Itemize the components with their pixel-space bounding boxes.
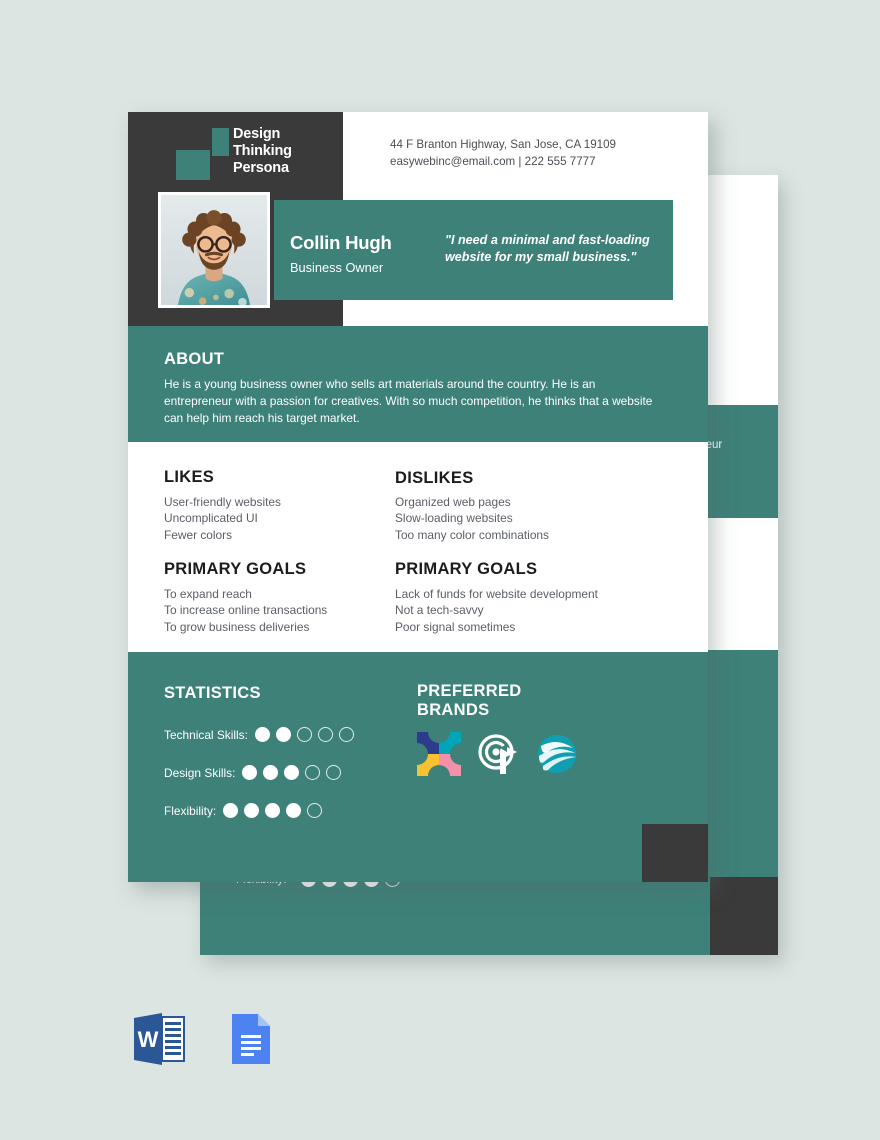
stat-rating-flexibility (223, 803, 323, 818)
back-corner-square (710, 877, 778, 955)
globe-swoosh-logo-icon (535, 732, 579, 776)
logo-square-large (176, 150, 210, 180)
list-item: Uncomplicated UI (164, 511, 258, 526)
stat-label: Flexibility: (164, 803, 217, 818)
logo-line-2: Thinking (233, 142, 292, 159)
preferred-brands-logos (417, 732, 579, 776)
about-text: He is a young business owner who sells a… (164, 377, 653, 426)
google-docs-icon[interactable] (216, 1008, 278, 1070)
microsoft-word-icon[interactable]: W (128, 1008, 190, 1070)
list-item: Fewer colors (164, 527, 233, 542)
persona-document-front[interactable]: Design Thinking Persona 44 F Branton Hig… (128, 112, 708, 882)
primary-goals-right-list: Lack of funds for website development No… (395, 586, 598, 635)
list-item: To grow business deliveries (164, 619, 310, 634)
primary-goals-left-list: To expand reach To increase online trans… (164, 586, 327, 635)
statistics-title: STATISTICS (164, 684, 261, 702)
target-arrow-logo-icon (476, 732, 520, 776)
primary-goals-left-title: PRIMARY GOALS (164, 560, 307, 578)
stat-row-flexibility: Flexibility: (164, 803, 323, 818)
preferred-brands-title: PREFERRED BRANDS (417, 682, 521, 721)
dislikes-title: DISLIKES (395, 469, 474, 487)
list-item: Too many color combinations (395, 527, 549, 542)
logo-wordmark: Design Thinking Persona (233, 126, 292, 177)
persona-avatar (158, 192, 270, 308)
file-format-icons: W (128, 1008, 278, 1070)
stat-row-design-skills: Design Skills: (164, 765, 342, 780)
stat-row-technical-skills: Technical Skills: (164, 727, 354, 742)
contact-info: 44 F Branton Highway, San Jose, CA 19109… (390, 136, 616, 170)
rating-dot (223, 803, 239, 818)
rating-dot (286, 803, 302, 818)
contact-address: 44 F Branton Highway, San Jose, CA 19109 (390, 138, 616, 151)
rating-dot (296, 727, 312, 742)
quadrant-square-logo-icon (417, 732, 461, 776)
portrait-photo-icon (161, 195, 267, 305)
likes-title: LIKES (164, 468, 215, 486)
logo-line-1: Design (233, 126, 281, 142)
persona-name: Collin Hugh (290, 232, 392, 253)
primary-goals-right-title: PRIMARY GOALS (395, 560, 538, 578)
list-item: Lack of funds for website development (395, 587, 598, 601)
screenshot-stage: "I need a minimal and fast-loading websi… (0, 0, 880, 1140)
logo-square-small (212, 128, 229, 156)
preferred-brands-line-2: BRANDS (417, 701, 490, 720)
rating-dot (263, 765, 279, 780)
rating-dot (275, 727, 291, 742)
front-corner-square (642, 824, 708, 882)
list-item: To expand reach (164, 587, 252, 601)
list-item: User-friendly websites (164, 495, 281, 509)
list-item: Slow-loading websites (395, 511, 513, 526)
stat-rating-technical-skills (254, 727, 354, 742)
design-thinking-logo-icon (176, 128, 232, 180)
rating-dot (242, 765, 258, 780)
contact-email-phone: easywebinc@email.com | 222 555 7777 (390, 155, 596, 169)
stat-label: Design Skills: (164, 765, 236, 780)
dislikes-list: Organized web pages Slow-loading website… (395, 494, 549, 543)
persona-role: Business Owner (290, 260, 384, 275)
rating-dot (284, 765, 300, 780)
persona-quote: "I need a minimal and fast-loading websi… (445, 233, 650, 264)
about-title: ABOUT (164, 350, 225, 368)
rating-dot (305, 765, 321, 780)
rating-dot (254, 727, 270, 742)
likes-list: User-friendly websites Uncomplicated UI … (164, 494, 281, 543)
rating-dot (307, 803, 323, 818)
rating-dot (265, 803, 281, 818)
rating-dot (317, 727, 333, 742)
preferred-brands-line-1: PREFERRED (417, 682, 522, 700)
list-item: Not a tech-savvy (395, 603, 484, 618)
logo-line-3: Persona (233, 159, 289, 176)
rating-dot (338, 727, 354, 742)
list-item: Organized web pages (395, 495, 511, 509)
stat-rating-design-skills (242, 765, 342, 780)
stat-label: Technical Skills: (164, 727, 248, 742)
svg-text:W: W (138, 1027, 159, 1052)
list-item: To increase online transactions (164, 603, 328, 618)
list-item: Poor signal sometimes (395, 619, 516, 634)
rating-dot (326, 765, 342, 780)
rating-dot (244, 803, 260, 818)
